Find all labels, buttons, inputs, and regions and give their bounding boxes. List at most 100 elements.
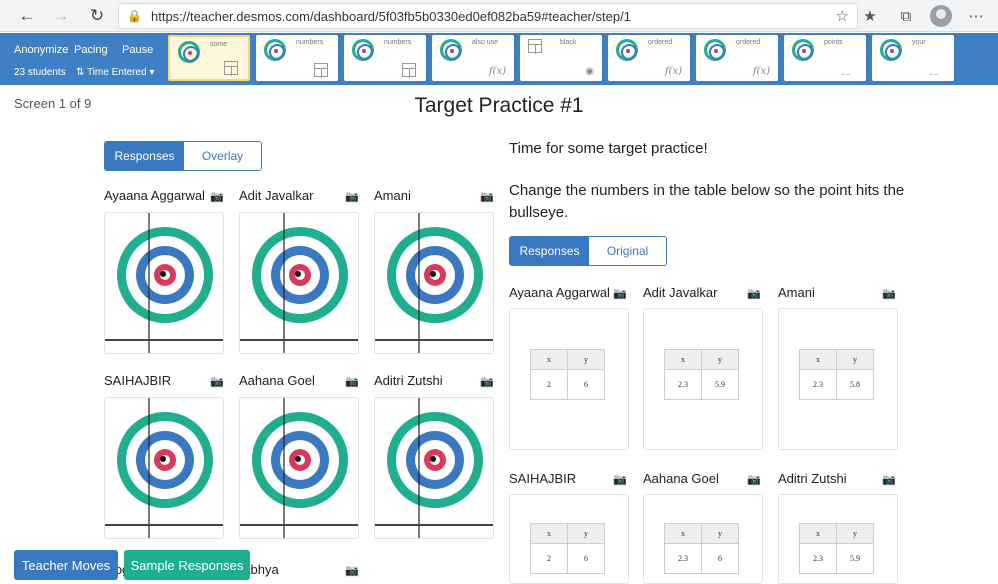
screen-thumb-8[interactable]: points xyxy=(784,35,866,81)
x-value: 2.3 xyxy=(799,369,837,400)
camera-icon[interactable]: 📷 xyxy=(345,375,359,388)
camera-icon[interactable]: 📷 xyxy=(345,190,359,203)
lock-icon: 🔒 xyxy=(127,9,142,23)
x-header: x xyxy=(530,523,568,544)
screen-thumb-9[interactable]: your xyxy=(872,35,954,81)
grid-icon xyxy=(314,63,328,78)
x-header: x xyxy=(664,523,702,544)
graph-view-toggle: Responses Overlay xyxy=(104,141,262,171)
camera-icon[interactable]: 📷 xyxy=(480,375,494,388)
teacher-moves-button[interactable]: Teacher Moves xyxy=(14,550,118,580)
reload-icon[interactable]: ↻ xyxy=(82,1,112,31)
screen-thumb-5[interactable]: black ◉ xyxy=(520,35,602,81)
student-table-response[interactable]: x y 2.3 6 xyxy=(643,494,763,584)
favorites-icon[interactable]: ★ xyxy=(858,3,882,29)
target-icon xyxy=(792,39,814,61)
student-name: SAIHAJBIR xyxy=(509,471,577,486)
target-icon xyxy=(264,39,286,61)
screen-thumb-3[interactable]: numbers xyxy=(344,35,426,81)
target-graph xyxy=(240,398,358,538)
forward-arrow-icon[interactable]: → xyxy=(46,1,76,31)
xy-table: xy26 xyxy=(530,349,605,400)
more-menu-icon[interactable]: ⋯ xyxy=(964,3,988,29)
screen-thumb-label: ordered xyxy=(648,39,673,46)
profile-avatar[interactable] xyxy=(930,5,952,27)
screen-thumb-label: ordered xyxy=(736,39,761,46)
instruction-intro: Time for some target practice! xyxy=(509,140,708,157)
page-title: Target Practice #1 xyxy=(414,94,584,117)
screen-thumb-2[interactable]: numbers xyxy=(256,35,338,81)
x-header: x xyxy=(664,349,702,370)
camera-icon[interactable]: 📷 xyxy=(882,287,896,300)
x-value: 2.3 xyxy=(799,543,837,574)
camera-icon[interactable]: 📷 xyxy=(613,287,627,300)
camera-icon[interactable]: 📷 xyxy=(480,190,494,203)
overlay-tab[interactable]: Overlay xyxy=(183,142,261,170)
student-graph[interactable] xyxy=(104,212,224,354)
xy-table: x y 2.3 5.8 xyxy=(799,349,874,400)
xy-table: x y 2.3 6 xyxy=(664,523,739,574)
anonymize-button[interactable]: Anonymize xyxy=(14,44,68,56)
student-name: Amani xyxy=(374,188,411,203)
y-header: y xyxy=(701,349,739,370)
student-graph[interactable] xyxy=(374,212,494,354)
camera-icon[interactable]: 📷 xyxy=(882,473,896,486)
pacing-button[interactable]: Pacing xyxy=(74,44,108,56)
screen-thumb-4[interactable]: also use f(x) xyxy=(432,35,514,81)
grid-icon xyxy=(402,63,416,78)
fx-icon: f(x) xyxy=(752,66,770,77)
screen-thumb-label: numbers xyxy=(384,39,412,46)
y-value: 5.9 xyxy=(836,543,874,574)
student-table-response[interactable]: x y 2.3 5.9 xyxy=(643,308,763,450)
y-header: y xyxy=(836,523,874,544)
student-graph[interactable] xyxy=(239,212,359,354)
student-graph[interactable] xyxy=(239,397,359,539)
student-graph[interactable] xyxy=(104,397,224,539)
target-icon xyxy=(880,39,902,61)
camera-icon[interactable]: 📷 xyxy=(747,287,761,300)
student-name: Ayaana Aggarwal xyxy=(104,188,205,203)
graph-icon xyxy=(528,39,542,54)
x-value: 2.3 xyxy=(664,369,702,400)
camera-icon[interactable]: 📷 xyxy=(747,473,761,486)
bookmark-star-icon[interactable]: ☆ xyxy=(836,7,849,25)
camera-icon[interactable]: 📷 xyxy=(210,190,224,203)
url-text: https://teacher.desmos.com/dashboard/5f0… xyxy=(151,8,631,24)
x-header: x xyxy=(799,349,837,370)
target-icon xyxy=(704,39,726,61)
student-table-response[interactable]: x y 2.3 5.8 xyxy=(778,308,898,450)
student-table-response[interactable]: xy26 xyxy=(509,494,629,584)
student-name: Ayaana Aggarwal xyxy=(509,285,610,300)
address-bar[interactable]: 🔒 https://teacher.desmos.com/dashboard/5… xyxy=(118,3,858,29)
collections-icon[interactable]: ⧉ xyxy=(894,3,918,29)
student-graph[interactable] xyxy=(374,397,494,539)
y-header: y xyxy=(567,523,605,544)
xy-table: x y 2.3 5.9 xyxy=(664,349,739,400)
pause-button[interactable]: Pause xyxy=(122,44,153,56)
screen-thumb-6[interactable]: ordered f(x) xyxy=(608,35,690,81)
original-tab[interactable]: Original xyxy=(588,237,666,265)
student-name: Aahana Goel xyxy=(239,373,315,388)
grid-icon xyxy=(224,61,238,76)
y-header: y xyxy=(836,349,874,370)
student-name: Adit Javalkar xyxy=(643,285,718,300)
camera-icon[interactable]: 📷 xyxy=(210,375,224,388)
screen-thumb-1[interactable]: some xyxy=(168,35,250,81)
target-graph xyxy=(375,213,493,353)
target-graph xyxy=(240,213,358,353)
responses-tab[interactable]: Responses xyxy=(510,237,589,265)
y-value: 6 xyxy=(567,543,605,574)
sort-dropdown[interactable]: ⇅ Time Entered ▾ xyxy=(76,67,154,78)
camera-icon[interactable]: 📷 xyxy=(345,564,359,577)
responses-tab[interactable]: Responses xyxy=(105,142,184,170)
target-graph xyxy=(375,398,493,538)
sample-responses-button[interactable]: Sample Responses xyxy=(124,550,250,580)
student-count: 23 students xyxy=(14,67,66,78)
student-table-response[interactable]: xy26 xyxy=(509,308,629,450)
screen-thumb-7[interactable]: ordered f(x) xyxy=(696,35,778,81)
student-table-response[interactable]: x y 2.3 5.9 xyxy=(778,494,898,584)
target-icon xyxy=(178,41,200,63)
camera-icon[interactable]: 📷 xyxy=(613,473,627,486)
back-arrow-icon[interactable]: ← xyxy=(12,1,42,31)
fx-icon: f(x) xyxy=(664,66,682,77)
